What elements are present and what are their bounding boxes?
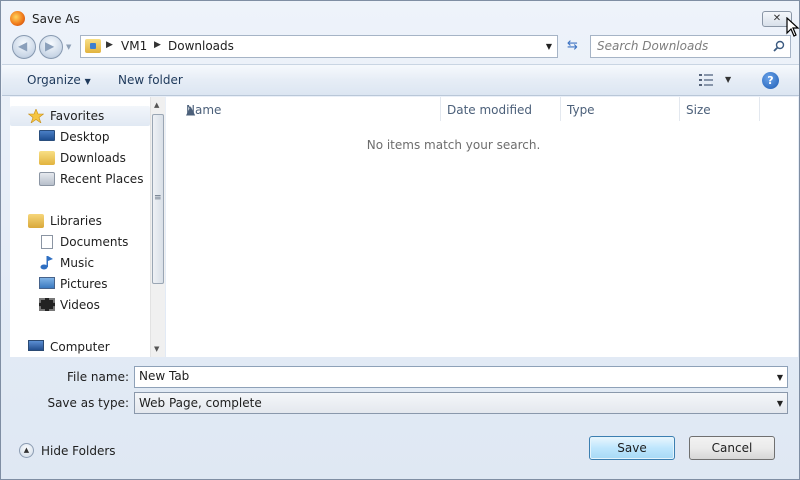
address-bar[interactable]: ▶ VM1 ▶ Downloads ▼: [80, 35, 558, 58]
save-as-type-label: Save as type:: [47, 396, 129, 410]
search-icon[interactable]: [773, 40, 785, 52]
chevron-down-icon[interactable]: ▼: [777, 399, 783, 408]
desktop-icon: [39, 130, 55, 141]
hide-folders-label: Hide Folders: [41, 444, 116, 458]
nav-item-downloads[interactable]: Downloads: [10, 148, 150, 168]
breadcrumb-vm1[interactable]: VM1: [121, 39, 147, 53]
collapse-icon: ▲: [19, 443, 34, 458]
address-dropdown-icon[interactable]: ▼: [546, 42, 552, 51]
cancel-button[interactable]: Cancel: [689, 436, 775, 460]
videos-icon: [39, 298, 55, 311]
navigation-pane: Favorites Desktop Downloads Recent Place…: [10, 97, 165, 357]
back-button[interactable]: ◀: [12, 35, 36, 59]
forward-button[interactable]: ▶: [39, 35, 63, 59]
column-header-type[interactable]: Type: [561, 97, 680, 121]
file-name-input[interactable]: [139, 369, 759, 383]
downloads-folder-icon: [39, 151, 55, 165]
column-header-size[interactable]: Size: [680, 97, 760, 121]
nav-item-computer[interactable]: Computer: [10, 337, 150, 357]
libraries-icon: [28, 214, 44, 228]
breadcrumb-separator-icon[interactable]: ▶: [106, 40, 113, 50]
search-input[interactable]: [597, 39, 767, 53]
nav-item-favorites[interactable]: Favorites: [10, 106, 150, 126]
sort-arrow-icon: ▲: [186, 103, 196, 117]
breadcrumb-separator-icon[interactable]: ▶: [154, 40, 161, 50]
file-name-label: File name:: [67, 370, 129, 384]
change-view-icon[interactable]: [699, 74, 713, 86]
nav-item-recent-places[interactable]: Recent Places: [10, 169, 150, 189]
nav-pane-scrollbar[interactable]: ▲ ≡ ▼: [150, 97, 165, 357]
scroll-down-icon[interactable]: ▼: [154, 345, 159, 353]
recent-pages-dropdown[interactable]: ▼: [66, 43, 71, 51]
star-icon: [28, 109, 44, 123]
window-title: Save As: [32, 12, 80, 26]
pictures-icon: [39, 277, 55, 289]
organize-button[interactable]: Organize ▼: [27, 73, 91, 87]
search-box[interactable]: [590, 35, 791, 58]
firefox-icon: [10, 11, 25, 26]
nav-item-libraries[interactable]: Libraries: [10, 211, 150, 231]
file-list[interactable]: Name ▲ Date modified Type Size No items …: [166, 97, 798, 357]
nav-item-videos[interactable]: Videos: [10, 295, 150, 315]
recent-places-icon: [39, 172, 55, 186]
empty-message: No items match your search.: [366, 138, 541, 152]
title-bar: Save As ✕: [1, 1, 800, 37]
scroll-grip-icon: ≡: [154, 193, 162, 203]
refresh-button[interactable]: ⇆: [561, 36, 584, 58]
nav-item-music[interactable]: Music: [10, 253, 150, 273]
file-name-field[interactable]: ▼: [134, 366, 788, 388]
nav-item-desktop[interactable]: Desktop: [10, 127, 150, 147]
view-options-dropdown[interactable]: ▼: [725, 75, 731, 84]
save-as-type-select[interactable]: Web Page, complete ▼: [134, 392, 788, 414]
help-icon[interactable]: ?: [762, 72, 779, 89]
music-icon: [40, 256, 53, 270]
nav-item-documents[interactable]: Documents: [10, 232, 150, 252]
forward-arrow-icon: ▶: [45, 39, 55, 53]
computer-icon: [28, 340, 44, 351]
command-bar: Organize ▼ New folder ▼ ?: [2, 64, 799, 96]
save-as-type-value: Web Page, complete: [139, 396, 262, 410]
save-as-dialog: Save As ✕ ◀ ▶ ▼ ▶ VM1 ▶ Downloads ▼ ⇆ Or…: [0, 0, 800, 480]
downloads-folder-icon: [85, 39, 101, 53]
breadcrumb-downloads[interactable]: Downloads: [168, 39, 234, 53]
column-header-name[interactable]: Name ▲: [180, 97, 441, 121]
hide-folders-button[interactable]: ▲ Hide Folders: [19, 442, 119, 460]
documents-icon: [41, 235, 53, 249]
new-folder-button[interactable]: New folder: [118, 73, 183, 87]
file-name-dropdown-icon[interactable]: ▼: [777, 373, 783, 382]
save-button[interactable]: Save: [589, 436, 675, 460]
nav-item-pictures[interactable]: Pictures: [10, 274, 150, 294]
scroll-up-icon[interactable]: ▲: [154, 101, 159, 109]
back-arrow-icon: ◀: [18, 39, 28, 53]
column-header-date-modified[interactable]: Date modified: [441, 97, 561, 121]
